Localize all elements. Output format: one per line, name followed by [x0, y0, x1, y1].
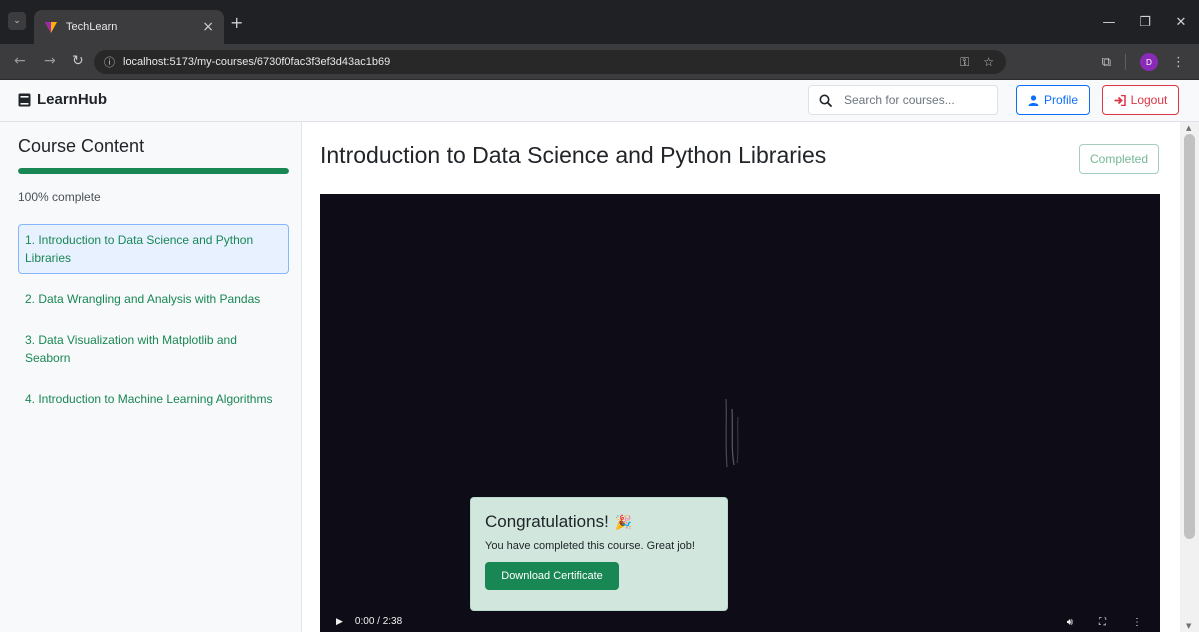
- forward-icon[interactable]: →: [44, 54, 56, 68]
- tab-title: TechLearn: [66, 21, 118, 33]
- site-info-icon[interactable]: ⓘ: [104, 54, 115, 70]
- scroll-up-icon[interactable]: ▲: [1186, 124, 1191, 132]
- congrats-message: You have completed this course. Great jo…: [485, 540, 695, 552]
- progress-text: 100% complete: [18, 190, 101, 204]
- lesson-item-1[interactable]: 1. Introduction to Data Science and Pyth…: [18, 224, 289, 274]
- course-progress-bar: [18, 168, 289, 174]
- url-text: localhost:5173/my-courses/6730f0fac3f3ef…: [123, 56, 391, 68]
- course-progress-fill: [18, 168, 289, 174]
- congratulations-card: Congratulations! 🎉 You have completed th…: [470, 497, 728, 611]
- close-window-icon[interactable]: ✕: [1163, 0, 1199, 44]
- tab-close-icon[interactable]: ×: [202, 20, 214, 34]
- browser-menu-icon[interactable]: ⋮: [1172, 55, 1185, 70]
- reload-icon[interactable]: ↻: [72, 54, 84, 68]
- search-icon: [819, 94, 832, 107]
- browser-profile-avatar[interactable]: D: [1140, 53, 1158, 71]
- extensions-icon[interactable]: ⧉: [1102, 55, 1111, 70]
- video-player[interactable]: ▶ 0:00 / 2:38 🔊︎ ⛶ ⋮: [320, 194, 1160, 632]
- video-controls: ▶ 0:00 / 2:38 🔊︎ ⛶ ⋮: [320, 610, 1160, 632]
- lesson-list: 1. Introduction to Data Science and Pyth…: [18, 224, 289, 424]
- video-time: 0:00 / 2:38: [354, 615, 403, 627]
- video-more-icon[interactable]: ⋮: [1132, 617, 1142, 628]
- lesson-item-2[interactable]: 2. Data Wrangling and Analysis with Pand…: [18, 283, 289, 315]
- play-icon[interactable]: ▶: [336, 616, 343, 627]
- bookmark-star-icon[interactable]: ☆: [983, 55, 994, 70]
- back-icon[interactable]: ←: [14, 54, 26, 68]
- favicon-icon: [44, 20, 58, 34]
- congrats-title: Congratulations!: [485, 512, 609, 531]
- user-icon: [1028, 94, 1039, 106]
- toolbar-divider: [1125, 54, 1126, 70]
- lesson-label: 2. Data Wrangling and Analysis with Pand…: [25, 292, 261, 306]
- browser-tab[interactable]: TechLearn ×: [34, 10, 224, 44]
- lesson-item-3[interactable]: 3. Data Visualization with Matplotlib an…: [18, 324, 289, 374]
- volume-icon[interactable]: 🔊︎: [1067, 617, 1073, 628]
- download-certificate-button[interactable]: Download Certificate: [485, 562, 619, 590]
- status-badge: Completed: [1079, 144, 1159, 174]
- password-key-icon[interactable]: ⚿: [960, 55, 969, 70]
- brand-logo[interactable]: LearnHub: [18, 91, 107, 108]
- app-navbar: LearnHub Profile Logout: [0, 80, 1199, 122]
- new-tab-button[interactable]: +: [230, 15, 243, 31]
- video-frame-content: [725, 399, 739, 468]
- lesson-label: 1. Introduction to Data Science and Pyth…: [25, 233, 254, 265]
- lesson-label: 3. Data Visualization with Matplotlib an…: [25, 333, 237, 365]
- party-popper-icon: 🎉: [614, 513, 633, 530]
- search-input[interactable]: [844, 93, 984, 107]
- page-title: Introduction to Data Science and Python …: [320, 142, 827, 168]
- sidebar-title: Course Content: [18, 136, 145, 156]
- profile-label: Profile: [1043, 93, 1078, 107]
- course-sidebar: Course Content 100% complete 1. Introduc…: [0, 122, 302, 632]
- window-controls: — ❐ ✕: [1091, 0, 1199, 44]
- brand-name: LearnHub: [37, 91, 108, 108]
- browser-tab-bar: ⌄ TechLearn × + — ❐ ✕: [0, 0, 1199, 44]
- scrollbar-thumb[interactable]: [1184, 134, 1195, 539]
- logout-button[interactable]: Logout: [1102, 85, 1179, 115]
- search-box[interactable]: [808, 85, 998, 115]
- scroll-down-icon[interactable]: ▼: [1186, 622, 1191, 630]
- browser-address-bar: ← → ↻ ⓘ localhost:5173/my-courses/6730f0…: [0, 44, 1199, 80]
- page-scrollbar[interactable]: ▲ ▼: [1180, 122, 1199, 632]
- fullscreen-icon[interactable]: ⛶: [1099, 617, 1106, 628]
- logout-label: Logout: [1130, 93, 1168, 107]
- congrats-heading: Congratulations! 🎉: [485, 512, 713, 532]
- book-icon: [18, 93, 31, 106]
- lesson-label: 4. Introduction to Machine Learning Algo…: [25, 392, 273, 406]
- lesson-item-4[interactable]: 4. Introduction to Machine Learning Algo…: [18, 383, 289, 415]
- tab-search-button[interactable]: ⌄: [8, 12, 26, 30]
- restore-icon[interactable]: ❐: [1127, 0, 1163, 44]
- minimize-icon[interactable]: —: [1091, 0, 1127, 44]
- logout-icon: [1114, 94, 1126, 106]
- profile-button[interactable]: Profile: [1016, 85, 1090, 115]
- url-field[interactable]: ⓘ localhost:5173/my-courses/6730f0fac3f3…: [94, 50, 1006, 74]
